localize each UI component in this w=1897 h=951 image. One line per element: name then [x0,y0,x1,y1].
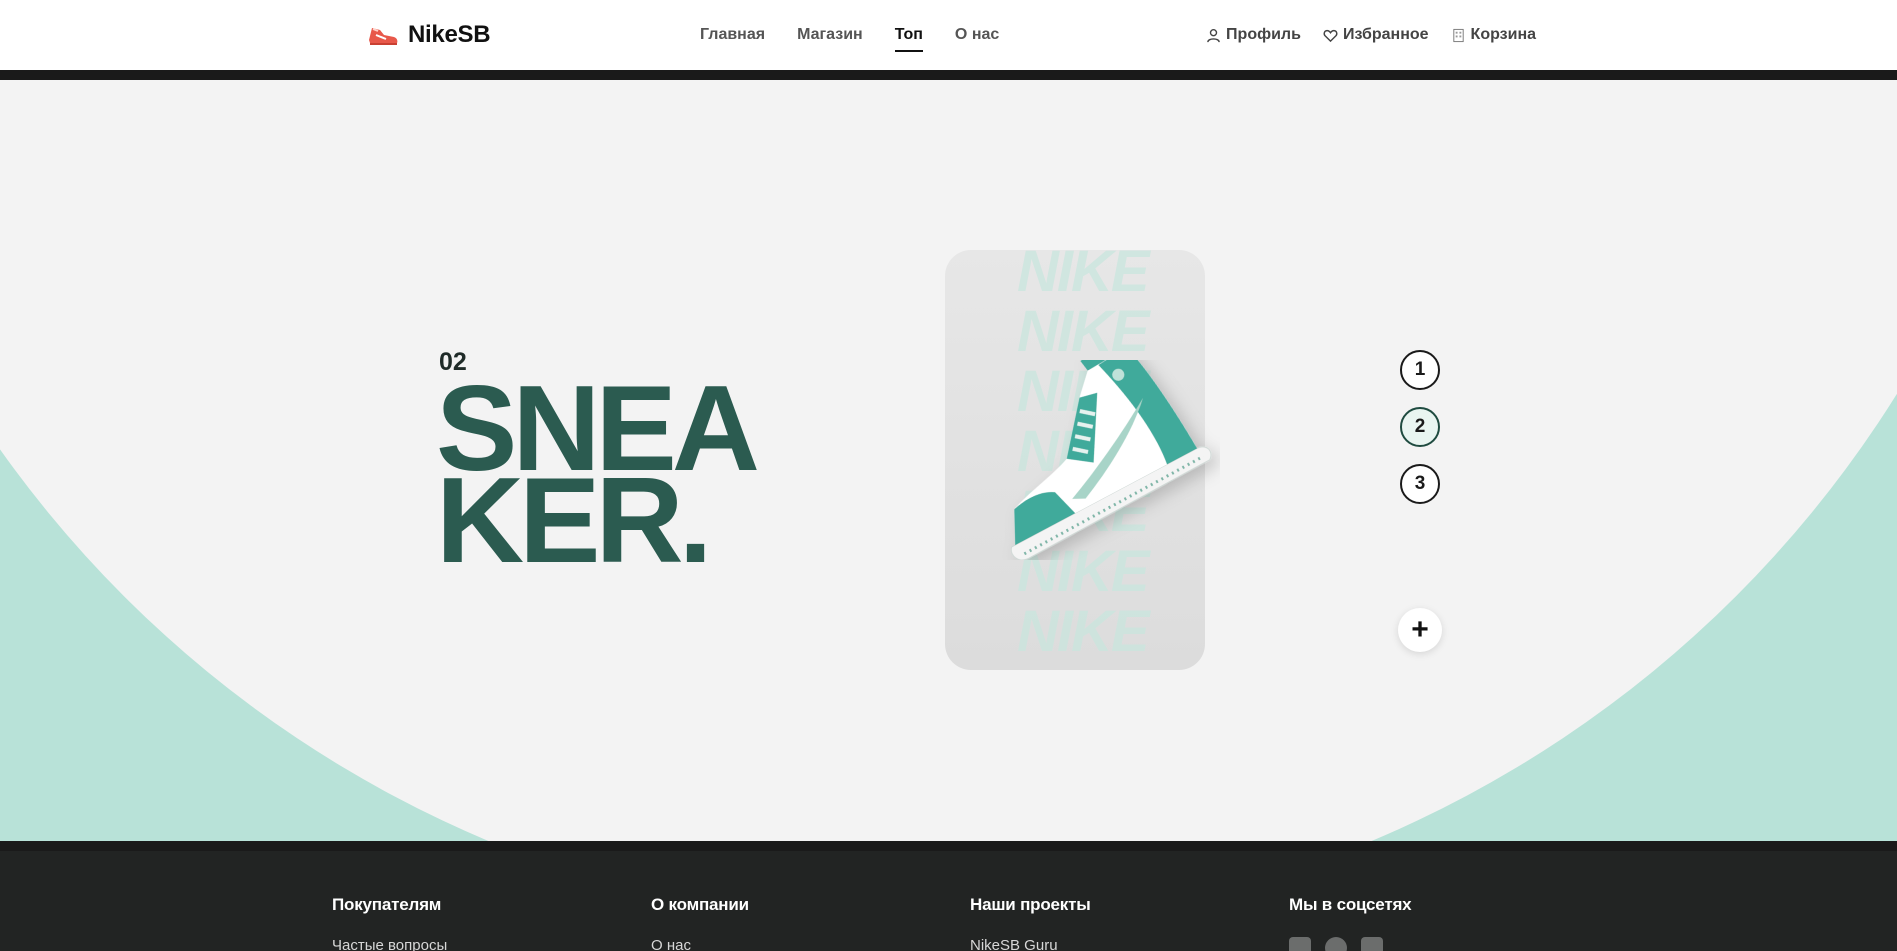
brand-name: NikeSB [408,21,491,48]
nav-shop[interactable]: Магазин [797,25,863,45]
cart-link[interactable]: Корзина [1451,25,1536,45]
favorites-link[interactable]: Избранное [1323,25,1429,45]
plus-icon: + [1411,613,1429,646]
slide-title-line2: KER. [436,452,712,588]
sneaker-logo-icon [369,28,398,45]
site-footer: Покупателям Частые вопросы О компании О … [0,851,1897,951]
footer-heading: Мы в соцсетях [1289,895,1412,914]
sneaker-image [1010,360,1212,560]
footer-link-about[interactable]: О нас [651,937,911,951]
footer-col-customers: Покупателям Частые вопросы [332,895,592,951]
nike-pattern-word: NIKE [1017,299,1150,364]
profile-label: Профиль [1226,26,1301,43]
heart-icon [1323,29,1338,42]
nav-home[interactable]: Главная [700,25,765,45]
social-links [1289,937,1549,951]
add-button[interactable]: + [1398,608,1442,652]
footer-heading: Покупателям [332,895,442,914]
cart-icon [1452,28,1464,42]
cart-label: Корзина [1470,26,1536,43]
footer-heading: О компании [651,895,749,914]
slide-dot-3[interactable]: 3 [1400,464,1440,504]
user-icon [1207,28,1220,42]
user-nav: Профиль Избранное Корзина [1206,25,1536,45]
slide-title: SNEA KER. [436,367,760,588]
nike-pattern-word: NIKE [1017,250,1150,304]
social-icon[interactable] [1325,937,1347,951]
footer-link-faq[interactable]: Частые вопросы [332,937,592,951]
social-icon[interactable] [1289,937,1311,951]
slide-pagination: 1 2 3 [1400,350,1440,504]
footer-heading: Наши проекты [970,895,1091,914]
nike-pattern-word: NIKE [1017,599,1150,664]
hero-slider: 02 SNEA KER. NIKE NIKE NIKE NIKE NIKE NI… [0,80,1897,841]
footer-col-social: Мы в соцсетях [1289,895,1549,951]
slide-dot-1[interactable]: 1 [1400,350,1440,390]
brand-logo[interactable]: NikeSB [366,20,491,50]
social-icon[interactable] [1361,937,1383,951]
nav-top[interactable]: Топ [894,25,924,52]
footer-col-company: О компании О нас [651,895,911,951]
footer-divider [0,841,1897,851]
slide-dot-2[interactable]: 2 [1400,407,1440,447]
profile-link[interactable]: Профиль [1206,25,1301,45]
favorites-label: Избранное [1342,26,1429,43]
header-divider [0,70,1897,80]
site-header: NikeSB Главная Магазин Топ О нас Профиль… [0,0,1897,70]
footer-link-guru[interactable]: NikeSB Guru [970,937,1230,951]
nav-about[interactable]: О нас [955,25,999,45]
main-nav: Главная Магазин Топ О нас [700,25,999,52]
footer-col-projects: Наши проекты NikeSB Guru [970,895,1230,951]
